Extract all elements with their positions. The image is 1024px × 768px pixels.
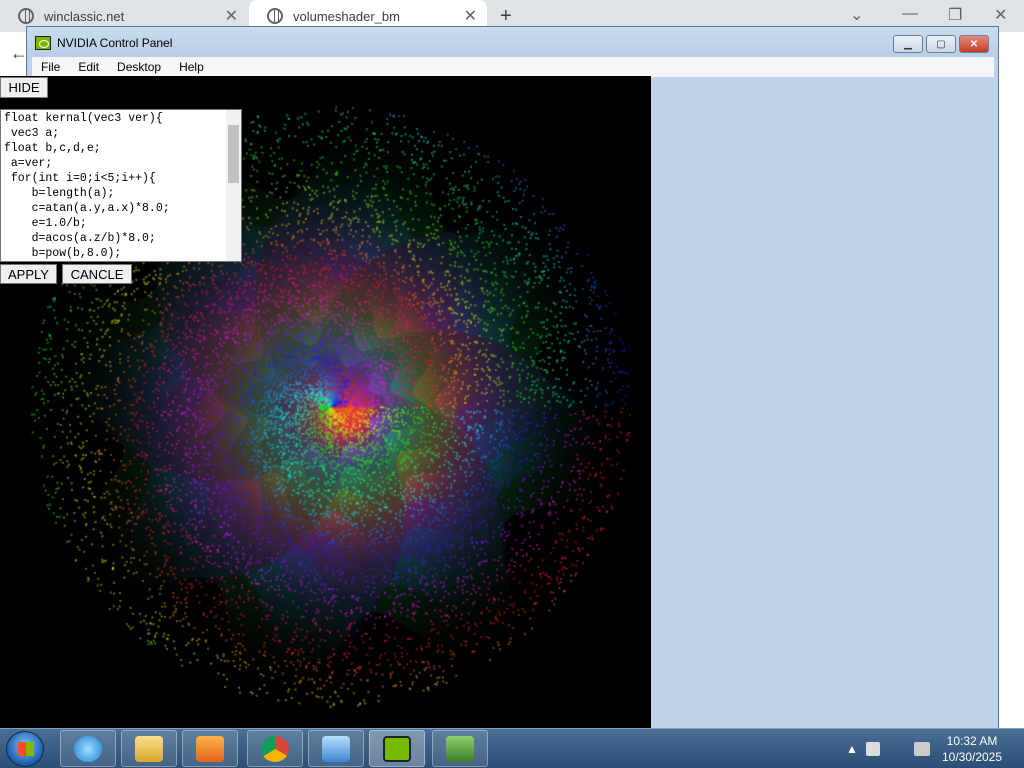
network-disconnected-icon[interactable]	[914, 742, 930, 756]
apply-button[interactable]: APPLY	[0, 264, 57, 284]
taskbar-file-explorer[interactable]	[121, 730, 177, 767]
clock[interactable]: 10:32 AM 10/30/2025	[937, 733, 1007, 765]
minimize-button[interactable]: ▁	[893, 35, 923, 53]
maximize-button[interactable]: ▢	[926, 35, 956, 53]
globe-icon	[18, 8, 34, 24]
globe-icon	[267, 8, 283, 24]
nvidia-icon	[383, 736, 411, 762]
control-panel-icon	[322, 736, 350, 762]
volume-muted-icon[interactable]	[866, 742, 880, 756]
nvidia-logo-icon	[35, 36, 51, 50]
tab-close-icon[interactable]: ✕	[225, 6, 238, 26]
tab-title: volumeshader_bm	[293, 9, 400, 24]
taskbar-media-player[interactable]	[182, 730, 238, 767]
taskbar-internet-explorer[interactable]	[60, 730, 116, 767]
file-explorer-icon	[135, 736, 163, 762]
window-titlebar: NVIDIA Control Panel ▁ ▢ ✕	[27, 27, 998, 59]
window-title: NVIDIA Control Panel	[57, 36, 172, 50]
code-scrollbar-thumb[interactable]	[228, 125, 239, 183]
chrome-icon	[261, 736, 289, 762]
hide-button[interactable]: HIDE	[0, 77, 48, 98]
menu-file[interactable]: File	[32, 60, 69, 74]
tray-overflow-icon[interactable]: ▲	[846, 742, 858, 756]
close-button[interactable]: ✕	[959, 35, 989, 53]
taskbar-control-panel[interactable]	[308, 730, 364, 767]
tab-search-icon[interactable]: ⌄	[850, 5, 863, 25]
tab-close-icon[interactable]: ✕	[464, 6, 477, 26]
cancel-button[interactable]: CANCLE	[62, 264, 132, 284]
shader-code-editor[interactable]: float kernal(vec3 ver){ vec3 a; float b,…	[0, 109, 242, 262]
tab-title: winclassic.net	[44, 9, 124, 24]
close-icon[interactable]: ✕	[994, 5, 1007, 25]
taskbar-nvidia[interactable]	[369, 730, 425, 767]
taskbar-network[interactable]	[432, 730, 488, 767]
menu-edit[interactable]: Edit	[69, 60, 108, 74]
taskbar-chrome[interactable]	[247, 730, 303, 767]
media-player-icon	[196, 736, 224, 762]
clock-time: 10:32 AM	[937, 733, 1007, 749]
start-button[interactable]	[6, 731, 44, 767]
menu-bar: File Edit Desktop Help	[32, 57, 994, 77]
minimize-icon[interactable]: —	[902, 5, 918, 23]
restore-icon[interactable]: ❐	[948, 5, 962, 25]
new-tab-button[interactable]: +	[500, 5, 512, 28]
menu-desktop[interactable]: Desktop	[108, 60, 170, 74]
network-icon	[446, 736, 474, 762]
menu-help[interactable]: Help	[170, 60, 213, 74]
clock-date: 10/30/2025	[937, 749, 1007, 765]
internet-explorer-icon	[74, 736, 102, 762]
